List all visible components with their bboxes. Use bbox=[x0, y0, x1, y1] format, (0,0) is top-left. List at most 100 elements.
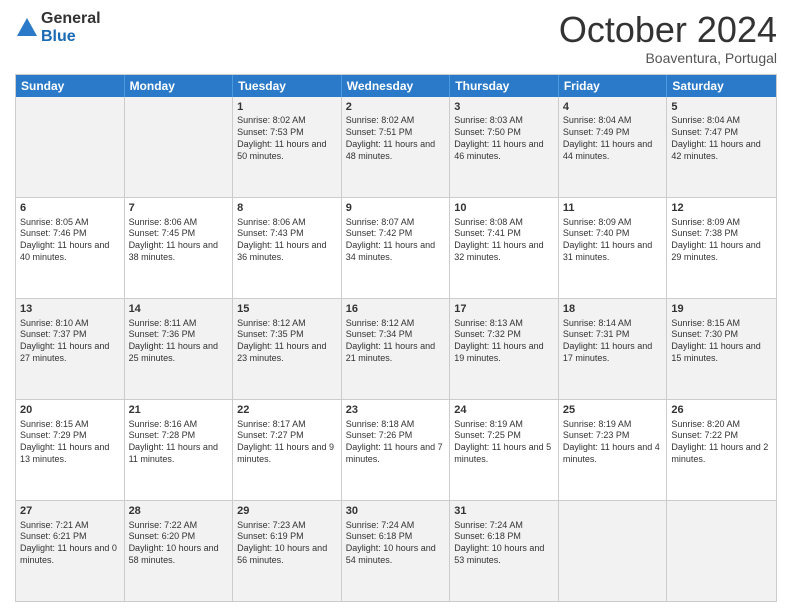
day-number: 29 bbox=[237, 504, 337, 519]
cell-text: Sunset: 7:49 PM bbox=[563, 127, 663, 139]
header: General Blue October 2024 Boaventura, Po… bbox=[15, 10, 777, 66]
day-number: 21 bbox=[129, 403, 229, 418]
cell-text: Sunset: 7:31 PM bbox=[563, 329, 663, 341]
day-number: 18 bbox=[563, 302, 663, 317]
cell-text: Sunset: 7:34 PM bbox=[346, 329, 446, 341]
calendar-row-3: 20Sunrise: 8:15 AMSunset: 7:29 PM Dayligh… bbox=[16, 399, 776, 500]
cell-text: Daylight: 11 hours and 40 minutes. bbox=[20, 240, 120, 263]
day-number: 19 bbox=[671, 302, 772, 317]
day-number: 24 bbox=[454, 403, 554, 418]
cell-text: Sunrise: 8:11 AM bbox=[129, 318, 229, 330]
cal-cell: 19Sunrise: 8:15 AMSunset: 7:30 PMDayligh… bbox=[667, 299, 776, 399]
cal-cell: 24Sunrise: 8:19 AMSunset: 7:25 PMDayligh… bbox=[450, 400, 559, 500]
cell-text: Sunset: 7:30 PM bbox=[671, 329, 772, 341]
cal-cell: 7Sunrise: 8:06 AMSunset: 7:45 PMDaylight… bbox=[125, 198, 234, 298]
logo-icon bbox=[15, 16, 39, 40]
cal-cell: 23Sunrise: 8:18 AMSunset: 7:26 PMDayligh… bbox=[342, 400, 451, 500]
cal-cell: 18Sunrise: 8:14 AMSunset: 7:31 PMDayligh… bbox=[559, 299, 668, 399]
cell-text: Sunrise: 8:10 AM bbox=[20, 318, 120, 330]
day-number: 25 bbox=[563, 403, 663, 418]
cal-cell bbox=[667, 501, 776, 601]
cell-text: Sunset: 7:29 PM bbox=[20, 430, 120, 442]
cell-text: Daylight: 10 hours and 53 minutes. bbox=[454, 543, 554, 566]
day-number: 11 bbox=[563, 201, 663, 216]
cell-text: Daylight: 11 hours and 17 minutes. bbox=[563, 341, 663, 364]
cell-text: Sunset: 7:38 PM bbox=[671, 228, 772, 240]
cell-text: Daylight: 11 hours and 32 minutes. bbox=[454, 240, 554, 263]
day-number: 17 bbox=[454, 302, 554, 317]
cell-text: Sunrise: 7:22 AM bbox=[129, 520, 229, 532]
cell-text: Sunrise: 8:06 AM bbox=[237, 217, 337, 229]
cell-text: Sunrise: 8:15 AM bbox=[20, 419, 120, 431]
calendar-row-4: 27Sunrise: 7:21 AMSunset: 6:21 PMDayligh… bbox=[16, 500, 776, 601]
cal-cell: 27Sunrise: 7:21 AMSunset: 6:21 PMDayligh… bbox=[16, 501, 125, 601]
cell-text: Sunrise: 8:18 AM bbox=[346, 419, 446, 431]
cal-cell: 4Sunrise: 8:04 AMSunset: 7:49 PMDaylight… bbox=[559, 97, 668, 197]
cell-text: Sunrise: 8:05 AM bbox=[20, 217, 120, 229]
day-header-tuesday: Tuesday bbox=[233, 75, 342, 97]
cal-cell: 30Sunrise: 7:24 AMSunset: 6:18 PMDayligh… bbox=[342, 501, 451, 601]
cell-text: Daylight: 10 hours and 54 minutes. bbox=[346, 543, 446, 566]
day-number: 3 bbox=[454, 100, 554, 115]
cell-text: Sunset: 7:22 PM bbox=[671, 430, 772, 442]
cell-text: Sunrise: 8:03 AM bbox=[454, 115, 554, 127]
cal-cell: 15Sunrise: 8:12 AMSunset: 7:35 PMDayligh… bbox=[233, 299, 342, 399]
cell-text: Sunrise: 8:19 AM bbox=[454, 419, 554, 431]
cal-cell: 8Sunrise: 8:06 AMSunset: 7:43 PMDaylight… bbox=[233, 198, 342, 298]
cell-text: Sunrise: 8:02 AM bbox=[237, 115, 337, 127]
cell-text: Daylight: 11 hours and 38 minutes. bbox=[129, 240, 229, 263]
day-number: 28 bbox=[129, 504, 229, 519]
cell-text: Sunset: 6:20 PM bbox=[129, 531, 229, 543]
day-number: 10 bbox=[454, 201, 554, 216]
cell-text: Daylight: 11 hours and 23 minutes. bbox=[237, 341, 337, 364]
logo-general: General bbox=[41, 10, 101, 27]
day-number: 5 bbox=[671, 100, 772, 115]
cell-text: Daylight: 11 hours and 15 minutes. bbox=[671, 341, 772, 364]
cell-text: Daylight: 11 hours and 25 minutes. bbox=[129, 341, 229, 364]
cell-text: Daylight: 11 hours and 48 minutes. bbox=[346, 139, 446, 162]
cell-text: Sunrise: 8:04 AM bbox=[563, 115, 663, 127]
cell-text: Sunset: 7:26 PM bbox=[346, 430, 446, 442]
day-header-thursday: Thursday bbox=[450, 75, 559, 97]
cell-text: Daylight: 11 hours and 4 minutes. bbox=[563, 442, 663, 465]
cal-cell: 14Sunrise: 8:11 AMSunset: 7:36 PMDayligh… bbox=[125, 299, 234, 399]
day-number: 2 bbox=[346, 100, 446, 115]
cell-text: Sunrise: 8:15 AM bbox=[671, 318, 772, 330]
cell-text: Daylight: 10 hours and 56 minutes. bbox=[237, 543, 337, 566]
cell-text: Sunrise: 7:23 AM bbox=[237, 520, 337, 532]
cal-cell: 10Sunrise: 8:08 AMSunset: 7:41 PMDayligh… bbox=[450, 198, 559, 298]
day-number: 20 bbox=[20, 403, 120, 418]
calendar-row-1: 6Sunrise: 8:05 AMSunset: 7:46 PMDaylight… bbox=[16, 197, 776, 298]
day-number: 6 bbox=[20, 201, 120, 216]
cell-text: Sunset: 6:18 PM bbox=[346, 531, 446, 543]
cell-text: Sunset: 7:27 PM bbox=[237, 430, 337, 442]
day-number: 26 bbox=[671, 403, 772, 418]
cell-text: Sunset: 7:42 PM bbox=[346, 228, 446, 240]
cell-text: Daylight: 11 hours and 29 minutes. bbox=[671, 240, 772, 263]
cell-text: Daylight: 11 hours and 11 minutes. bbox=[129, 442, 229, 465]
cell-text: Sunset: 6:18 PM bbox=[454, 531, 554, 543]
cell-text: Daylight: 11 hours and 50 minutes. bbox=[237, 139, 337, 162]
title-area: October 2024 Boaventura, Portugal bbox=[559, 10, 777, 66]
cell-text: Daylight: 11 hours and 2 minutes. bbox=[671, 442, 772, 465]
cell-text: Daylight: 11 hours and 36 minutes. bbox=[237, 240, 337, 263]
cell-text: Sunrise: 8:12 AM bbox=[346, 318, 446, 330]
cal-cell bbox=[559, 501, 668, 601]
cal-cell: 17Sunrise: 8:13 AMSunset: 7:32 PMDayligh… bbox=[450, 299, 559, 399]
cell-text: Sunrise: 8:02 AM bbox=[346, 115, 446, 127]
cal-cell: 6Sunrise: 8:05 AMSunset: 7:46 PMDaylight… bbox=[16, 198, 125, 298]
calendar: SundayMondayTuesdayWednesdayThursdayFrid… bbox=[15, 74, 777, 602]
cal-cell: 1Sunrise: 8:02 AMSunset: 7:53 PMDaylight… bbox=[233, 97, 342, 197]
cell-text: Sunrise: 8:14 AM bbox=[563, 318, 663, 330]
month-title: October 2024 bbox=[559, 10, 777, 50]
cell-text: Sunset: 7:23 PM bbox=[563, 430, 663, 442]
location: Boaventura, Portugal bbox=[559, 50, 777, 66]
cell-text: Sunrise: 8:07 AM bbox=[346, 217, 446, 229]
cell-text: Daylight: 11 hours and 42 minutes. bbox=[671, 139, 772, 162]
cell-text: Daylight: 11 hours and 19 minutes. bbox=[454, 341, 554, 364]
cell-text: Sunset: 7:43 PM bbox=[237, 228, 337, 240]
cal-cell: 11Sunrise: 8:09 AMSunset: 7:40 PMDayligh… bbox=[559, 198, 668, 298]
day-header-friday: Friday bbox=[559, 75, 668, 97]
day-number: 8 bbox=[237, 201, 337, 216]
cell-text: Sunrise: 8:12 AM bbox=[237, 318, 337, 330]
